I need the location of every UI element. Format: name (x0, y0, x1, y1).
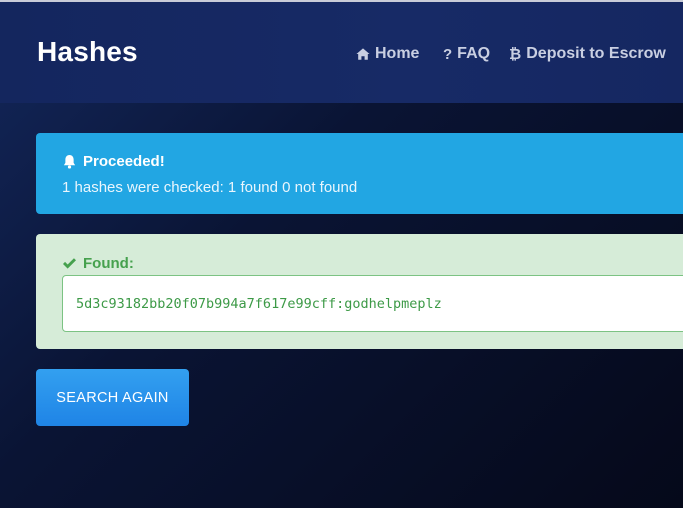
nav-deposit-label: Deposit to Escrow (526, 45, 666, 62)
info-alert-title-row: Proceeded! (62, 153, 165, 170)
nav-home-label: Home (375, 45, 420, 62)
info-alert: Proceeded! 1 hashes were checked: 1 foun… (36, 133, 683, 214)
question-icon: ? (443, 45, 453, 63)
info-alert-message: 1 hashes were checked: 1 found 0 not fou… (62, 179, 358, 196)
info-alert-title: Proceeded! (83, 153, 165, 170)
nav-deposit-link[interactable]: ₿ Deposit to Escrow (509, 45, 666, 63)
bitcoin-icon: ₿ (509, 45, 522, 63)
nav-faq-link[interactable]: ? FAQ (443, 45, 490, 63)
found-hash-result[interactable]: 5d3c93182bb20f07b994a7f617e99cff:godhelp… (62, 275, 683, 332)
bell-icon (63, 154, 76, 169)
nav-faq-label: FAQ (457, 45, 491, 62)
home-icon (356, 48, 370, 60)
success-alert: Found: 5d3c93182bb20f07b994a7f617e99cff:… (36, 234, 683, 349)
success-alert-title: Found: (83, 255, 134, 272)
main-nav: Home ? FAQ ₿ Deposit to Escrow (0, 45, 683, 67)
search-again-button[interactable]: SEARCH AGAIN (36, 369, 189, 426)
nav-home-link[interactable]: Home (356, 45, 419, 63)
check-icon (63, 258, 76, 269)
top-navbar: Hashes Home ? FAQ ₿ Deposit to Escrow (0, 2, 683, 103)
success-alert-title-row: Found: (62, 255, 134, 272)
